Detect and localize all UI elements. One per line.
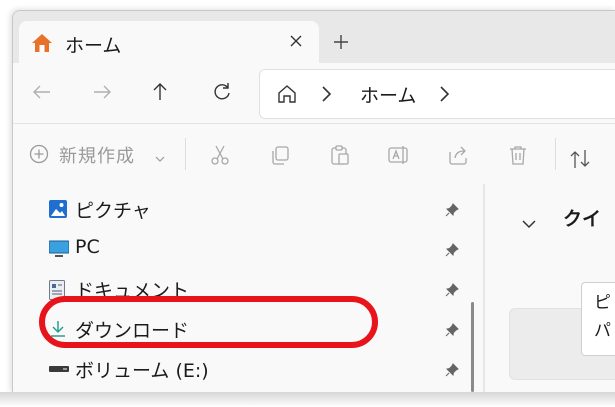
- navigation-pane: ピクチャ PC ドキュメント ダウンロード ボリューム (E:): [13, 184, 483, 393]
- chevron-right-icon[interactable]: [320, 85, 334, 107]
- new-button[interactable]: 新規作成: [29, 140, 169, 168]
- chevron-down-icon: [155, 148, 165, 167]
- pc-monitor-icon: [48, 240, 70, 262]
- tooltip: ピ パ: [581, 282, 615, 356]
- home-icon: [31, 32, 53, 58]
- new-button-label: 新規作成: [59, 146, 135, 167]
- new-tab-icon[interactable]: [331, 32, 351, 56]
- delete-icon[interactable]: [507, 144, 529, 170]
- chevron-right-icon[interactable]: [438, 85, 452, 107]
- share-icon[interactable]: [447, 144, 469, 170]
- sort-icon[interactable]: [569, 148, 593, 174]
- tooltip-line: ピ: [594, 293, 611, 313]
- rename-icon[interactable]: [387, 144, 411, 170]
- pin-icon[interactable]: [445, 242, 459, 261]
- content-area: クイ ピ パ: [485, 184, 615, 393]
- pin-icon[interactable]: [445, 362, 459, 381]
- copy-icon[interactable]: [269, 144, 291, 170]
- address-bar[interactable]: ホーム: [259, 69, 615, 119]
- nav-item-pc[interactable]: PC: [13, 230, 473, 270]
- quick-access-heading[interactable]: クイ: [563, 204, 601, 231]
- nav-item-label: ボリューム (E:): [75, 360, 209, 382]
- highlight-annotation: [39, 296, 378, 348]
- command-bar: 新規作成: [13, 123, 615, 185]
- nav-item-pictures[interactable]: ピクチャ: [13, 190, 473, 230]
- tooltip-line: パ: [594, 321, 611, 341]
- chevron-down-icon[interactable]: [521, 214, 537, 233]
- navigation-bar: ホーム: [13, 63, 615, 123]
- window-shadow: [0, 392, 615, 407]
- refresh-icon[interactable]: [211, 81, 233, 107]
- pin-icon[interactable]: [445, 322, 459, 341]
- nav-item-volume-e[interactable]: ボリューム (E:): [13, 350, 473, 390]
- paste-icon[interactable]: [329, 144, 351, 170]
- drive-icon: [49, 360, 69, 382]
- add-circle-icon: [29, 144, 49, 168]
- pin-icon[interactable]: [445, 282, 459, 301]
- cut-icon[interactable]: [209, 144, 231, 170]
- pictures-icon: [49, 200, 67, 222]
- up-arrow-icon[interactable]: [149, 81, 171, 107]
- scrollbar-thumb[interactable]: [471, 302, 474, 392]
- home-outline-icon[interactable]: [276, 83, 298, 109]
- forward-arrow-icon[interactable]: [91, 81, 113, 107]
- breadcrumb-home[interactable]: ホーム: [360, 81, 416, 108]
- back-arrow-icon[interactable]: [31, 81, 53, 107]
- toolbar-separator: [555, 138, 556, 170]
- toolbar-separator: [185, 138, 186, 170]
- tab-strip: ホーム: [13, 11, 615, 63]
- tab-home[interactable]: ホーム: [19, 21, 319, 63]
- nav-item-label: PC: [75, 236, 100, 258]
- pin-icon[interactable]: [445, 202, 459, 221]
- close-icon[interactable]: [287, 32, 305, 54]
- nav-item-label: ピクチャ: [75, 200, 151, 222]
- tab-title: ホーム: [65, 35, 122, 57]
